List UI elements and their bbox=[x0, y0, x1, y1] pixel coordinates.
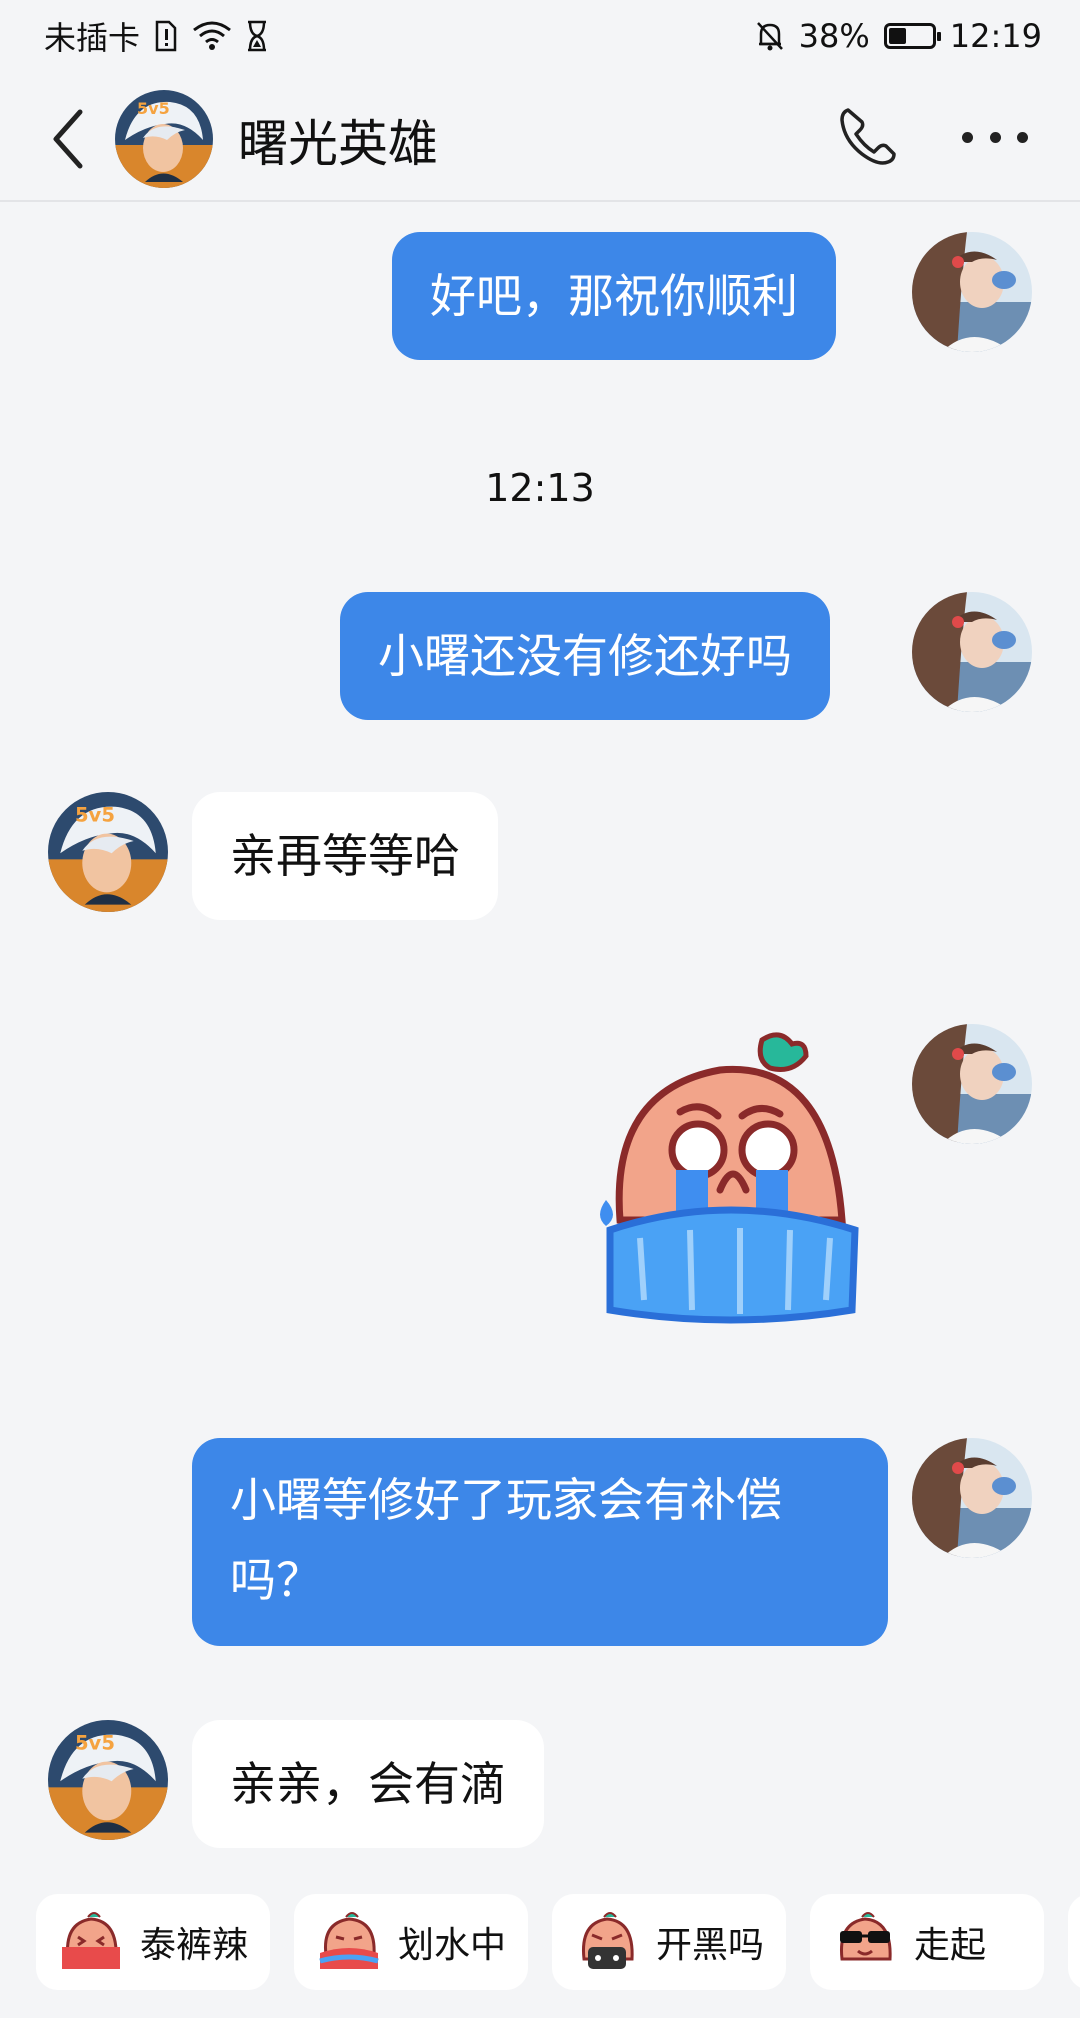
more-icon-dot bbox=[1017, 131, 1028, 143]
call-button[interactable] bbox=[834, 104, 900, 170]
more-button[interactable] bbox=[962, 112, 1028, 162]
quick-reply-chip[interactable]: 走起 bbox=[810, 1894, 1044, 1990]
carrier-label: 未插卡 bbox=[44, 19, 141, 57]
clock: 12:19 bbox=[949, 17, 1042, 55]
svg-text:5v5: 5v5 bbox=[75, 803, 115, 826]
crying-peach-sticker[interactable] bbox=[580, 1030, 880, 1330]
status-bar: 未插卡 38% 12:19 bbox=[0, 0, 1080, 72]
chat-title: 曙光英雄 bbox=[238, 115, 438, 173]
timestamp: 12:13 bbox=[485, 466, 595, 510]
quick-reply-chip[interactable]: 开黑吗 bbox=[552, 1894, 786, 1990]
battery-level bbox=[888, 28, 906, 44]
my-avatar[interactable] bbox=[912, 1024, 1032, 1144]
contact-avatar[interactable]: 5v5 bbox=[115, 90, 213, 188]
svg-text:5v5: 5v5 bbox=[137, 99, 170, 118]
quick-reply-chip[interactable]: 泰裤辣 bbox=[36, 1894, 270, 1990]
back-arrow-icon bbox=[53, 109, 83, 169]
mute-bell-icon bbox=[755, 20, 785, 52]
battery-icon bbox=[883, 23, 941, 49]
contact-avatar[interactable]: 5v5 bbox=[48, 1720, 168, 1840]
hourglass-icon bbox=[246, 20, 268, 52]
peach-swim-sticker-icon bbox=[319, 1912, 379, 1969]
sim-alert-icon bbox=[154, 20, 178, 52]
more-icon-dot bbox=[962, 131, 973, 143]
my-avatar[interactable] bbox=[912, 1438, 1032, 1558]
wifi-icon bbox=[192, 20, 232, 52]
peach-cool-sticker-icon bbox=[62, 1912, 120, 1969]
outgoing-message[interactable]: 小曙还没有修还好吗 bbox=[340, 592, 830, 720]
outgoing-message[interactable]: 小曙等修好了玩家会有补偿吗？ bbox=[192, 1438, 888, 1646]
my-avatar[interactable] bbox=[912, 592, 1032, 712]
incoming-message[interactable]: 亲亲，会有滴 bbox=[192, 1720, 544, 1848]
quick-reply-label: 泰裤辣 bbox=[140, 1925, 249, 1966]
my-avatar[interactable] bbox=[912, 232, 1032, 352]
battery-percent: 38% bbox=[798, 17, 870, 55]
svg-text:5v5: 5v5 bbox=[75, 1731, 115, 1754]
peach-game-sticker-icon bbox=[581, 1912, 634, 1969]
back-button[interactable] bbox=[44, 106, 96, 172]
quick-reply-label: 走起 bbox=[914, 1925, 987, 1966]
phone-icon bbox=[840, 108, 896, 165]
peach-sunglasses-sticker-icon bbox=[839, 1912, 892, 1961]
quick-reply-chip-partial[interactable] bbox=[1068, 1894, 1080, 1990]
quick-reply-label: 划水中 bbox=[398, 1925, 507, 1966]
status-left: 未插卡 bbox=[44, 13, 268, 59]
outgoing-message[interactable]: 好吧，那祝你顺利 bbox=[392, 232, 836, 360]
chat-header: 5v5 曙光英雄 bbox=[0, 72, 1080, 202]
status-right: 38% 12:19 bbox=[755, 17, 1042, 55]
more-icon-dot bbox=[989, 131, 1001, 143]
contact-avatar[interactable]: 5v5 bbox=[48, 792, 168, 912]
quick-reply-chip[interactable]: 划水中 bbox=[294, 1894, 528, 1990]
quick-reply-label: 开黑吗 bbox=[656, 1925, 765, 1966]
quick-reply-bar: 泰裤辣 划水中 开黑吗 走起 bbox=[0, 1858, 1080, 2018]
incoming-message[interactable]: 亲再等等哈 bbox=[192, 792, 498, 920]
